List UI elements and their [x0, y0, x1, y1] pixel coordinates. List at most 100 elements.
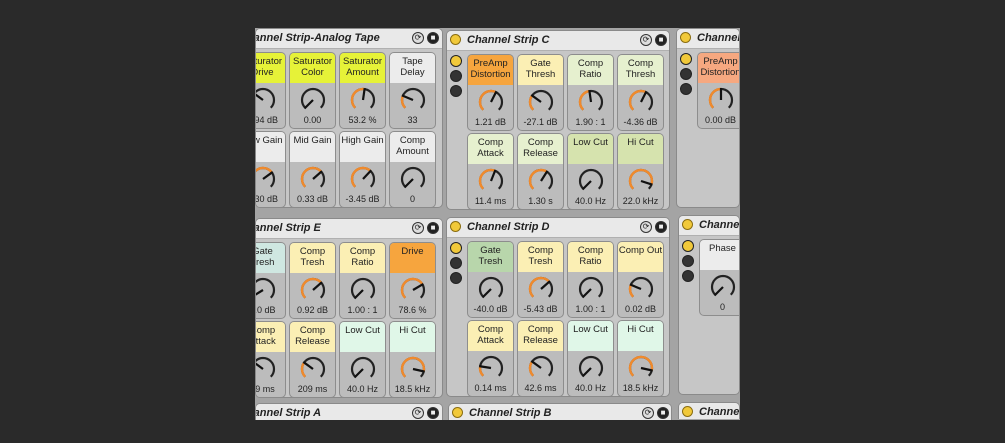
knob-icon[interactable] — [577, 88, 605, 116]
knob-icon[interactable] — [627, 275, 655, 303]
macro-knob-cell[interactable]: Saturator Drive 0.94 dB — [255, 52, 286, 129]
knob-icon[interactable] — [477, 88, 505, 116]
knob-icon[interactable] — [399, 276, 427, 304]
knob-icon[interactable] — [577, 354, 605, 382]
save-preset-icon[interactable]: ■ — [427, 222, 439, 234]
device-view-icon[interactable] — [680, 83, 692, 95]
macro-knob-cell[interactable]: Comp Release 42.6 ms — [517, 320, 564, 396]
save-preset-icon[interactable]: ■ — [657, 407, 669, 419]
macro-knob-cell[interactable]: Hi Cut 18.5 kHz — [389, 321, 436, 397]
save-preset-icon[interactable]: ■ — [655, 34, 667, 46]
macro-knob-cell[interactable]: Gate Tresh 0.0 dB — [255, 242, 286, 319]
device-power-button[interactable] — [680, 32, 691, 43]
macro-knob-cell[interactable]: Hi Cut 22.0 kHz — [617, 133, 664, 209]
macro-knob-cell[interactable]: Comp Amount 0 — [389, 131, 436, 207]
save-preset-icon[interactable]: ■ — [427, 407, 439, 419]
macro-knob-cell[interactable]: Saturator Amount 53.2 % — [339, 52, 386, 129]
hot-swap-icon[interactable]: ⟳ — [640, 221, 652, 233]
hot-swap-icon[interactable]: ⟳ — [640, 34, 652, 46]
save-preset-icon[interactable]: ■ — [655, 221, 667, 233]
knob-icon[interactable] — [299, 86, 327, 114]
knob-needle — [629, 283, 642, 291]
chain-list-icon[interactable] — [682, 255, 694, 267]
hot-swap-icon[interactable]: ⟳ — [412, 222, 424, 234]
device-view-icon[interactable] — [450, 272, 462, 284]
macro-knob-cell[interactable]: Drive 78.6 % — [389, 242, 436, 319]
macro-knob-cell[interactable]: Phase 0 — [699, 239, 739, 316]
knob-needle — [489, 169, 497, 182]
macro-knob-cell[interactable]: Low Cut 40.0 Hz — [567, 320, 614, 396]
macro-knob-cell[interactable]: Low Cut 40.0 Hz — [339, 321, 386, 397]
knob-icon[interactable] — [349, 355, 377, 383]
knob-icon[interactable] — [627, 354, 655, 382]
macro-knob-cell[interactable]: Comp Release 209 ms — [289, 321, 336, 397]
macro-knob-cell[interactable]: Comp Attack 11.4 ms — [467, 133, 514, 209]
knob-icon[interactable] — [477, 275, 505, 303]
hot-swap-icon[interactable]: ⟳ — [412, 407, 424, 419]
hot-swap-icon[interactable]: ⟳ — [642, 407, 654, 419]
knob-icon[interactable] — [299, 276, 327, 304]
knob-icon[interactable] — [707, 86, 735, 114]
macro-knob-cell[interactable]: Comp Attack 49 ms — [255, 321, 286, 397]
device-power-button[interactable] — [682, 219, 693, 230]
device-power-button[interactable] — [682, 406, 693, 417]
macro-knob-cell[interactable]: Tape Delay 33 — [389, 52, 436, 129]
knob-icon[interactable] — [527, 275, 555, 303]
macro-knob-cell[interactable]: Mid Gain 0.33 dB — [289, 131, 336, 207]
macro-toggle-icon[interactable] — [450, 242, 462, 254]
save-preset-icon[interactable]: ■ — [427, 32, 439, 44]
knob-icon[interactable] — [627, 88, 655, 116]
knob-icon[interactable] — [255, 276, 277, 304]
macro-knob-cell[interactable]: Comp Thresh -4.36 dB — [617, 54, 664, 131]
macro-toggle-icon[interactable] — [450, 55, 462, 67]
knob-icon[interactable] — [627, 167, 655, 195]
macro-knob-cell[interactable]: Comp Release 1.30 s — [517, 133, 564, 209]
knob-icon[interactable] — [299, 355, 327, 383]
device-power-button[interactable] — [450, 34, 461, 45]
knob-icon[interactable] — [399, 165, 427, 193]
macro-knob-cell[interactable]: Low Gain 0.30 dB — [255, 131, 286, 207]
macro-knob-cell[interactable]: Low Cut 40.0 Hz — [567, 133, 614, 209]
knob-icon[interactable] — [399, 86, 427, 114]
chain-list-icon[interactable] — [680, 68, 692, 80]
macro-knob-cell[interactable]: PreAmp Distortion 1.21 dB — [467, 54, 514, 131]
macro-knob-cell[interactable]: High Gain -3.45 dB — [339, 131, 386, 207]
knob-icon[interactable] — [349, 165, 377, 193]
knob-icon[interactable] — [477, 354, 505, 382]
knob-icon[interactable] — [349, 86, 377, 114]
macro-knob-cell[interactable]: Saturator Color 0.00 — [289, 52, 336, 129]
knob-icon[interactable] — [299, 165, 327, 193]
knob-icon[interactable] — [527, 354, 555, 382]
macro-knob-cell[interactable]: Comp Ratio 1.00 : 1 — [567, 241, 614, 318]
device-view-icon[interactable] — [682, 270, 694, 282]
device-power-button[interactable] — [450, 221, 461, 232]
knob-icon[interactable] — [577, 167, 605, 195]
knob-icon[interactable] — [255, 355, 277, 383]
knob-icon[interactable] — [577, 275, 605, 303]
chain-list-icon[interactable] — [450, 70, 462, 82]
knob-icon[interactable] — [255, 86, 277, 114]
chain-list-icon[interactable] — [450, 257, 462, 269]
hot-swap-icon[interactable]: ⟳ — [412, 32, 424, 44]
macro-knob-cell[interactable]: Comp Attack 0.14 ms — [467, 320, 514, 396]
knob-icon[interactable] — [527, 167, 555, 195]
macro-knob-cell[interactable]: Comp Tresh -5.43 dB — [517, 241, 564, 318]
knob-icon[interactable] — [709, 273, 737, 301]
knob-icon[interactable] — [477, 167, 505, 195]
knob-icon[interactable] — [399, 355, 427, 383]
macro-knob-cell[interactable]: Comp Out 0.02 dB — [617, 241, 664, 318]
device-view-icon[interactable] — [450, 85, 462, 97]
macro-knob-cell[interactable]: Gate Tresh -40.0 dB — [467, 241, 514, 318]
device-power-button[interactable] — [452, 407, 463, 418]
macro-toggle-icon[interactable] — [682, 240, 694, 252]
macro-toggle-icon[interactable] — [680, 53, 692, 65]
knob-icon[interactable] — [349, 276, 377, 304]
knob-icon[interactable] — [255, 165, 277, 193]
macro-knob-cell[interactable]: Comp Tresh 0.92 dB — [289, 242, 336, 319]
macro-knob-cell[interactable]: Comp Ratio 1.00 : 1 — [339, 242, 386, 319]
knob-icon[interactable] — [527, 88, 555, 116]
macro-knob-cell[interactable]: PreAmp Distortion 0.00 dB — [697, 52, 739, 129]
macro-knob-cell[interactable]: Comp Ratio 1.90 : 1 — [567, 54, 614, 131]
macro-knob-cell[interactable]: Hi Cut 18.5 kHz — [617, 320, 664, 396]
macro-knob-cell[interactable]: Gate Thresh -27.1 dB — [517, 54, 564, 131]
